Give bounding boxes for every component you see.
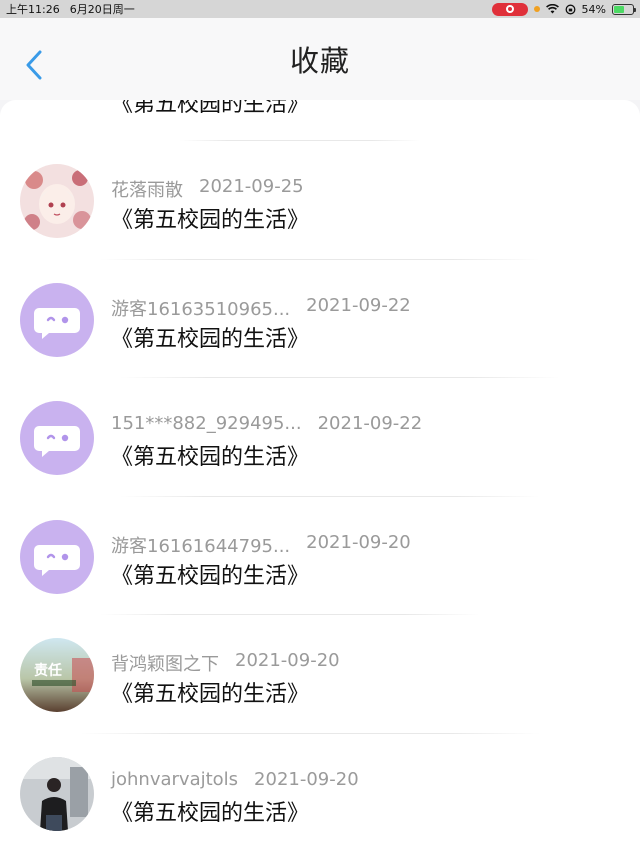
item-meta: 151***882_929495... 2021-09-22 [111, 413, 422, 434]
man-photo-avatar [20, 757, 94, 831]
item-title: 《第五校园的生活》 [111, 327, 310, 352]
battery-icon [612, 3, 636, 15]
favorites-list: 《第五校园的生活》 花落雨散 2021-09-25 《第五校园的生活》 游客16… [0, 100, 640, 853]
guest-chat-avatar [20, 520, 94, 594]
list-item[interactable]: 151***882_929495... 2021-09-22 《第五校园的生活》 [0, 377, 640, 495]
list-item[interactable]: 花落雨散 2021-09-25 《第五校园的生活》 [0, 140, 640, 258]
status-time: 上午11:26 [6, 3, 60, 16]
item-meta: johnvarvajtols 2021-09-20 [111, 769, 359, 790]
item-date: 2021-09-22 [306, 295, 411, 316]
item-title: 《第五校园的生活》 [111, 801, 310, 826]
guest-chat-avatar [20, 283, 94, 357]
item-date: 2021-09-20 [235, 650, 340, 671]
chevron-left-icon [26, 50, 42, 80]
screen-record-icon [491, 2, 528, 16]
avatar-text: 责任 [34, 663, 62, 679]
item-date: 2021-09-22 [317, 413, 423, 434]
page-title: 收藏 [289, 44, 350, 78]
item-title: 《第五校园的生活》 [111, 682, 310, 707]
item-title: 《第五校园的生活》 [111, 564, 310, 589]
item-meta: 游客16163510965... 2021-09-22 [111, 295, 411, 321]
status-date: 6月20日周一 [69, 3, 135, 16]
list-item[interactable]: 游客16161644795... 2021-09-20 《第五校园的生活》 [0, 496, 640, 614]
anime-girl-avatar [20, 164, 94, 238]
list-item[interactable]: johnvarvajtols 2021-09-20 《第五校园的生活》 [0, 733, 640, 851]
status-bar: 上午11:26 6月20日周一 54% [0, 0, 640, 18]
guest-chat-avatar [20, 401, 94, 475]
item-date: 2021-09-20 [254, 769, 359, 790]
item-meta: 游客16161644795... 2021-09-20 [111, 532, 411, 558]
list-item[interactable]: 游客16163510965... 2021-09-22 《第五校园的生活》 [0, 259, 640, 377]
item-meta: 花落雨散 2021-09-25 [111, 176, 304, 202]
item-username: 背鸿颖图之下 [111, 654, 219, 675]
item-username: 151***882_929495... [111, 413, 302, 434]
item-username: 花落雨散 [111, 180, 183, 201]
item-username: johnvarvajtols [111, 769, 239, 790]
wifi-icon [545, 4, 559, 14]
item-title: 《第五校园的生活》 [111, 208, 310, 233]
item-date: 2021-09-25 [199, 176, 304, 197]
mic-indicator-icon [533, 6, 540, 12]
battery-percent: 54% [581, 2, 606, 16]
item-title: 《第五校园的生活》 [111, 445, 310, 470]
back-button[interactable] [22, 48, 46, 82]
nav-bar: 收藏 [0, 18, 640, 100]
item-username: 游客16163510965... [111, 299, 291, 320]
list-item[interactable]: 责任 背鸿颖图之下 2021-09-20 《第五校园的生活》 [0, 614, 640, 732]
item-username: 游客16161644795... [111, 536, 291, 557]
responsibility-avatar: 责任 [20, 638, 94, 712]
item-date: 2021-09-20 [306, 532, 411, 553]
orientation-lock-icon [565, 4, 575, 14]
list-item[interactable]: 《第五校园的生活》 [0, 100, 640, 140]
item-title: 《第五校园的生活》 [111, 100, 310, 117]
item-meta: 背鸿颖图之下 2021-09-20 [111, 650, 340, 676]
